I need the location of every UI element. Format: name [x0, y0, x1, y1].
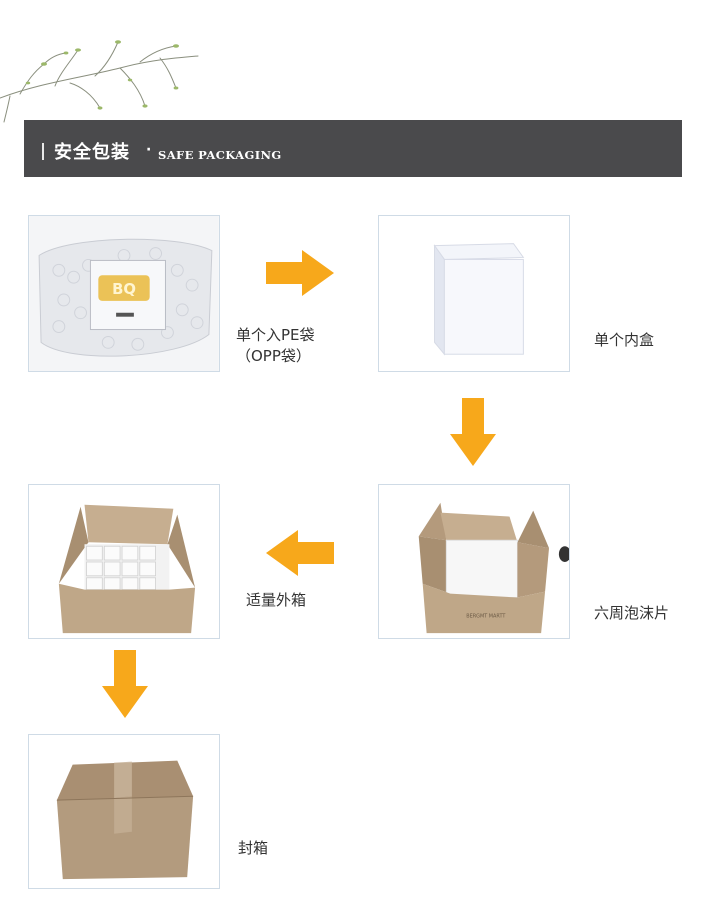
foam-lined-carton-photo: BERGMT MARTT: [379, 485, 569, 638]
arrow-down-icon: [450, 398, 496, 466]
carton-with-boxes-photo: [29, 485, 219, 638]
step-5-label: 封箱: [238, 839, 269, 857]
header-separator: ·: [146, 142, 152, 158]
svg-text:BQ: BQ: [112, 281, 136, 298]
arrow-right-icon: [266, 250, 334, 296]
bubble-bag-photo: BQ: [29, 216, 219, 371]
decorative-branch-image: [0, 28, 200, 123]
step-1-label: 单个入PE袋: [236, 326, 315, 344]
header-accent-bar: [42, 143, 44, 160]
step-5-image: [28, 734, 220, 889]
step-2-label: 单个内盒: [594, 331, 655, 349]
step-2-image: [378, 215, 570, 372]
arrow-left-icon: [266, 530, 334, 576]
step-3-image: BERGMT MARTT: [378, 484, 570, 639]
arrow-down-icon-2: [102, 650, 148, 718]
step-4-image: [28, 484, 220, 639]
step-1-sublabel: （OPP袋）: [236, 347, 311, 365]
step-4-label: 适量外箱: [246, 591, 307, 609]
white-inner-box-photo: [379, 216, 569, 371]
step-3-label: 六周泡沫片: [594, 604, 670, 622]
sealed-carton-photo: [29, 735, 219, 888]
section-header: 安全包装 · SAFE PACKAGING: [24, 120, 682, 177]
step-1-image: BQ: [28, 215, 220, 372]
header-title-en: SAFE PACKAGING: [158, 148, 282, 162]
header-title-cn: 安全包装: [54, 142, 130, 163]
svg-text:BERGMT MARTT: BERGMT MARTT: [466, 613, 506, 619]
